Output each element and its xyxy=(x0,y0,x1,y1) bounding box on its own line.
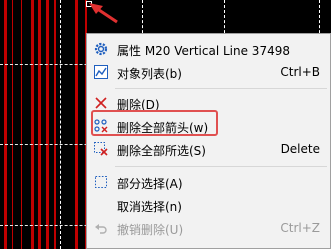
menu-item-object-list[interactable]: 对象列表(b) Ctrl+B xyxy=(87,61,330,83)
menu-item-partial-select[interactable]: 部分选择(A) xyxy=(87,171,330,193)
menu-item-delete-all-selected[interactable]: 删除全部所选(S) Delete xyxy=(87,138,330,160)
menu-item-label: 属性 M20 Vertical Line 37498 xyxy=(117,44,290,58)
context-menu: 属性 M20 Vertical Line 37498 对象列表(b) Ctrl+… xyxy=(86,33,331,249)
menu-item-properties[interactable]: 属性 M20 Vertical Line 37498 xyxy=(87,38,330,60)
menu-item-label: 部分选择(A) xyxy=(117,177,183,191)
delete-x-icon xyxy=(95,97,107,109)
gear-icon xyxy=(94,42,108,56)
menu-item-label: 对象列表(b) xyxy=(117,67,182,81)
object-list-icon xyxy=(94,65,108,79)
menu-item-label: 撤销删除(U) xyxy=(117,223,184,237)
partial-select-icon xyxy=(95,176,107,188)
menu-item-label: 删除全部所选(S) xyxy=(117,144,206,158)
menu-item-deselect[interactable]: 取消选择(n) xyxy=(87,194,330,216)
delete-selected-icon xyxy=(94,142,108,156)
menu-item-label: 取消选择(n) xyxy=(117,200,182,214)
menu-item-shortcut: Ctrl+Z xyxy=(280,221,320,235)
highlight-box xyxy=(91,110,218,136)
menu-separator xyxy=(115,88,327,89)
menu-item-undo-delete[interactable]: 撤销删除(U) Ctrl+Z xyxy=(87,217,330,239)
menu-item-shortcut: Delete xyxy=(280,142,320,156)
menu-separator xyxy=(115,166,327,167)
menu-item-shortcut: Ctrl+B xyxy=(280,65,320,79)
undo-icon xyxy=(95,224,107,234)
